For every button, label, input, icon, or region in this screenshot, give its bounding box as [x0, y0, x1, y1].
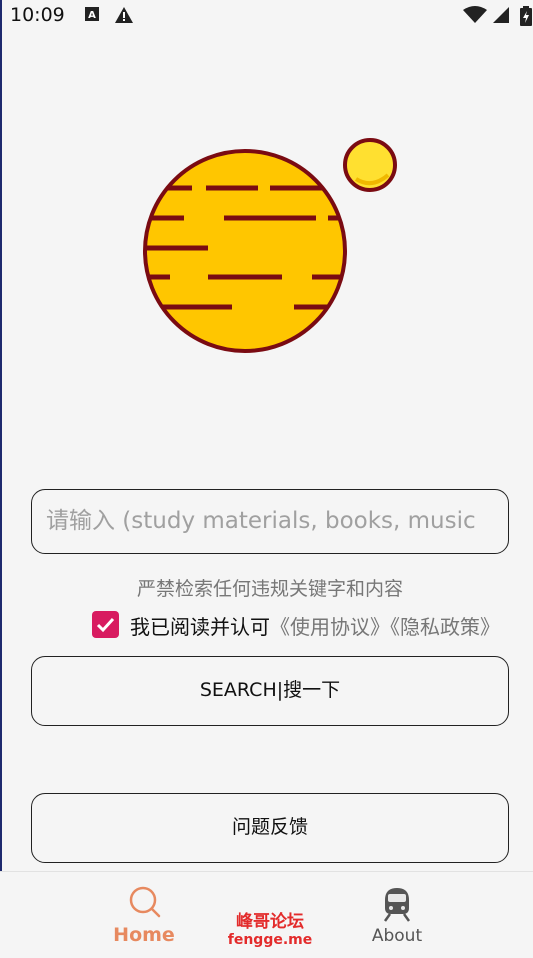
watermark-en: fengge.me — [227, 932, 313, 948]
agreement-text: 我已阅读并认可 — [130, 615, 270, 639]
agreement-label: 我已阅读并认可《使用协议》《隐私政策》 — [130, 611, 500, 640]
watermark: 峰哥论坛 fengge.me — [225, 912, 315, 948]
cell-signal-icon — [492, 6, 510, 28]
status-bar: 10:09 A — [0, 0, 533, 32]
train-icon — [382, 886, 412, 926]
status-time: 10:09 — [10, 4, 65, 26]
nav-home[interactable]: Home — [104, 872, 184, 958]
check-icon — [96, 617, 115, 633]
watermark-cn: 峰哥论坛 — [236, 912, 304, 932]
search-icon — [128, 885, 162, 923]
svg-text:A: A — [88, 10, 96, 21]
agreement-checkbox[interactable] — [92, 611, 119, 638]
planet-body — [143, 149, 347, 353]
warning-icon — [114, 6, 134, 28]
planet-logo — [140, 135, 404, 357]
battery-icon — [520, 6, 532, 30]
search-box[interactable] — [31, 489, 509, 554]
agreement-links[interactable]: 《使用协议》《隐私政策》 — [270, 615, 500, 639]
nav-about[interactable]: About — [357, 872, 437, 958]
nav-home-label: Home — [113, 924, 175, 946]
wifi-icon — [463, 6, 487, 28]
warning-text: 严禁检索任何违规关键字和内容 — [136, 578, 403, 600]
window-edge — [0, 0, 2, 957]
font-notification-icon: A — [84, 6, 100, 26]
nav-about-label: About — [371, 926, 423, 946]
feedback-button[interactable]: 问题反馈 — [31, 793, 509, 863]
search-button[interactable]: SEARCH|搜一下 — [31, 656, 509, 726]
search-input[interactable] — [46, 490, 498, 552]
